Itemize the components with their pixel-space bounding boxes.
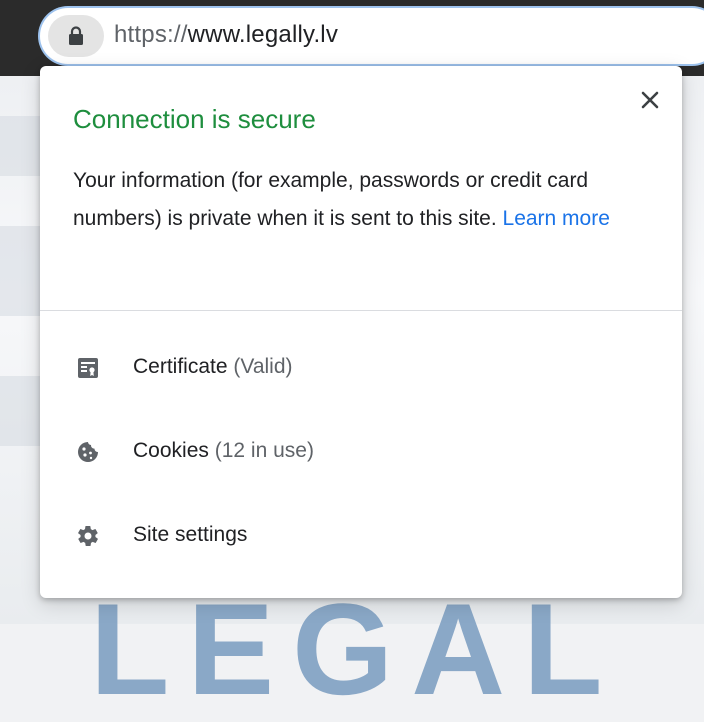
certificate-item[interactable]: Certificate (Valid)	[40, 336, 682, 400]
url-text[interactable]: https://www.legally.lv	[114, 21, 338, 49]
address-bar[interactable]: https://www.legally.lv	[40, 8, 704, 64]
cookie-icon	[78, 442, 98, 462]
learn-more-link[interactable]: Learn more	[503, 207, 610, 230]
gear-icon	[78, 525, 98, 547]
browser-toolbar: https://www.legally.lv	[0, 0, 704, 76]
cookies-item[interactable]: Cookies (12 in use)	[40, 420, 682, 484]
lock-icon	[69, 26, 83, 45]
url-host: www.legally.lv	[187, 21, 339, 48]
background-decoration	[0, 116, 40, 176]
cookies-label: Cookies (12 in use)	[133, 439, 314, 463]
certificate-label: Certificate (Valid)	[133, 355, 293, 379]
site-info-button[interactable]	[48, 15, 104, 57]
site-settings-label: Site settings	[133, 523, 248, 546]
security-description: Your information (for example, passwords…	[73, 162, 659, 238]
divider	[40, 310, 682, 311]
site-info-popup: Connection is secure Your information (f…	[40, 66, 682, 598]
close-button[interactable]	[636, 86, 664, 114]
certificate-icon	[78, 358, 98, 378]
url-scheme: https://	[114, 21, 188, 48]
cookies-text: Cookies	[133, 439, 209, 462]
background-decoration	[0, 226, 40, 316]
cookies-count: (12 in use)	[214, 439, 314, 462]
close-icon	[641, 91, 659, 109]
certificate-status: (Valid)	[233, 355, 293, 378]
background-decoration	[0, 376, 40, 446]
site-settings-item[interactable]: Site settings	[40, 504, 682, 568]
background-logo-text: LEGAL	[90, 576, 621, 722]
certificate-text: Certificate	[133, 355, 228, 378]
popup-title: Connection is secure	[73, 104, 316, 134]
